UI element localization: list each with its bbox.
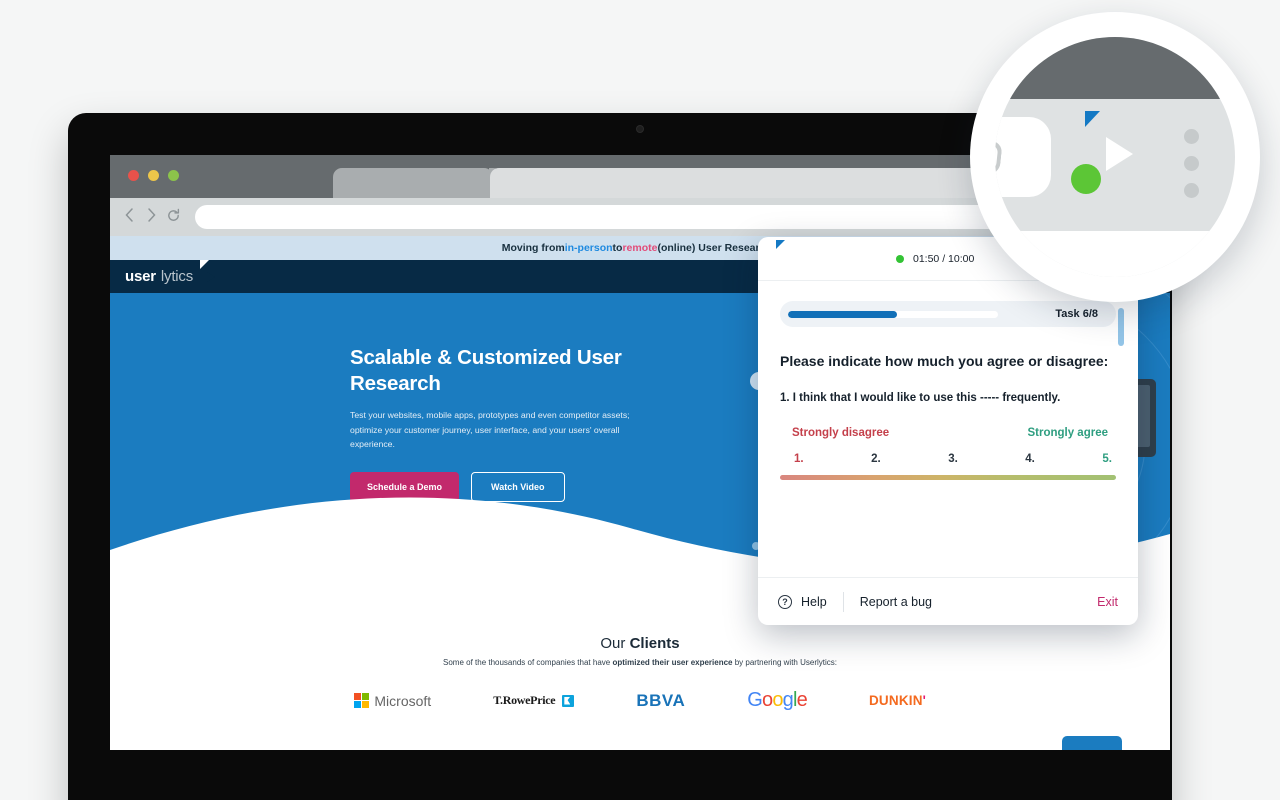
report-bug-link[interactable]: Report a bug <box>860 595 932 609</box>
scale-option-4[interactable]: 4. <box>1025 453 1035 465</box>
magnified-tabbar <box>995 37 1235 99</box>
promo-inperson: in-person <box>564 242 613 254</box>
trowe-price-logo: T.RowePrice <box>493 693 575 708</box>
back-icon[interactable] <box>123 207 136 226</box>
userlytics-logo[interactable]: user lytics <box>125 268 220 285</box>
task-counter-label: Task 6/8 <box>1055 308 1098 320</box>
clients-sub-bold: optimized their user experience <box>612 658 733 667</box>
scale-label-disagree: Strongly disagree <box>792 427 890 440</box>
scale-option-5[interactable]: 5. <box>1102 453 1112 465</box>
hero-paragraph: Test your websites, mobile apps, prototy… <box>350 410 630 449</box>
screenshot-stage: close-icon + Moving from in- <box>0 0 1280 800</box>
clients-heading-bold: Clients <box>629 635 680 652</box>
address-bar[interactable] <box>195 205 1080 229</box>
progress-track <box>788 310 998 318</box>
clients-section: Our Clients Some of the thousands of com… <box>110 635 1170 712</box>
question-statement: 1. I think that I would like to use this… <box>780 392 1061 405</box>
scale-option-1[interactable]: 1. <box>794 453 804 465</box>
brand-light-text: lytics <box>160 268 194 285</box>
dunkin-logo: DUNKIN' <box>869 693 926 708</box>
clients-sub-pre: Some of the thousands of companies that … <box>443 658 613 667</box>
microsoft-logo-label: Microsoft <box>374 692 432 709</box>
magnified-tab-shape <box>995 117 1051 197</box>
minimize-window-button[interactable] <box>148 170 159 181</box>
magnifier-bubble <box>970 12 1260 302</box>
laptop-webcam-icon <box>636 125 644 133</box>
userlytics-panel-logo-icon <box>776 249 800 268</box>
scale-endpoint-labels: Strongly disagree Strongly agree <box>780 427 1116 439</box>
recording-status-dot-icon <box>896 254 904 263</box>
trowe-price-mark-icon <box>562 694 575 707</box>
scale-gradient-bar[interactable] <box>780 475 1116 481</box>
footer-divider <box>842 591 844 612</box>
promo-text-2: to <box>612 242 623 254</box>
magnified-recording-dot-icon <box>1071 164 1101 194</box>
panel-scrollbar-thumb[interactable] <box>1118 308 1124 346</box>
client-logo-row: Microsoft T.RowePrice BBVA Google DUNKIN… <box>110 689 1170 712</box>
timer-text: 01:50 / 10:00 <box>913 252 975 265</box>
scale-label-agree: Strongly agree <box>1027 427 1108 440</box>
dunkin-logo-label: DUNKIN <box>868 693 923 708</box>
task-progress-row: Task 6/8 <box>780 301 1116 327</box>
hero-copy: Scalable & Customized User Research Test… <box>350 345 680 502</box>
microsoft-logo: Microsoft <box>353 692 432 709</box>
scale-options[interactable]: 1. 2. 3. 4. 5. <box>780 453 1116 465</box>
clients-subtitle: Some of the thousands of companies that … <box>110 658 1170 667</box>
scale-option-3[interactable]: 3. <box>948 453 958 465</box>
brand-bold-text: user <box>125 268 156 285</box>
clients-heading-light: Our <box>600 635 630 652</box>
window-controls[interactable] <box>128 170 179 181</box>
page-floating-button[interactable] <box>1062 736 1122 750</box>
hero-title: Scalable & Customized User Research <box>350 346 622 396</box>
microsoft-squares-icon <box>353 692 370 709</box>
dunkin-apostrophe-icon: ' <box>922 693 927 708</box>
progress-fill <box>788 310 898 318</box>
magnified-kebab-menu-icon[interactable] <box>1184 129 1199 198</box>
promo-remote: remote <box>622 242 658 254</box>
recorder-body: Task 6/8 Please indicate how much you ag… <box>758 281 1138 481</box>
clients-heading: Our Clients <box>110 635 1170 652</box>
google-logo: Google <box>747 689 808 711</box>
browser-tab-inactive[interactable] <box>333 168 505 198</box>
scale-option-2[interactable]: 2. <box>871 453 881 465</box>
maximize-window-button[interactable] <box>168 170 179 181</box>
recorder-footer: ? Help Report a bug Exit <box>758 577 1138 625</box>
help-link[interactable]: Help <box>801 595 827 609</box>
exit-link[interactable]: Exit <box>1097 595 1118 609</box>
trowe-price-logo-label: T.RowePrice <box>493 693 556 707</box>
question-title: Please indicate how much you agree or di… <box>780 353 1109 369</box>
forward-icon[interactable] <box>145 207 158 226</box>
help-question-icon[interactable]: ? <box>778 594 792 609</box>
userlytics-play-mark-icon <box>200 269 220 285</box>
reload-icon[interactable] <box>166 208 181 227</box>
magnified-tab-hook-icon <box>995 141 1003 175</box>
recording-timer: 01:50 / 10:00 <box>896 253 974 265</box>
bbva-logo: BBVA <box>636 690 686 710</box>
clients-sub-post: by partnering with Userlytics: <box>732 658 837 667</box>
magnifier-viewport <box>995 37 1235 277</box>
promo-text-1: Moving from <box>501 242 565 254</box>
magnified-page-area <box>995 231 1235 277</box>
close-window-button[interactable] <box>128 170 139 181</box>
